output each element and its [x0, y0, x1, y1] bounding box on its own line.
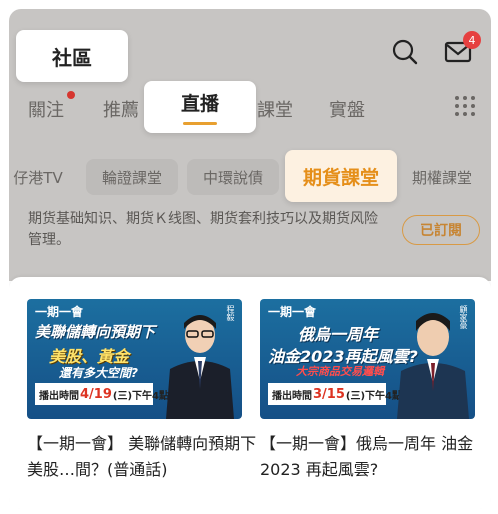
tab-follow[interactable]: 關注 [28, 96, 64, 122]
host-name: 程毅 [226, 305, 235, 321]
chip-futures-label: 期貨課堂 [302, 166, 379, 189]
chip-hk-tv[interactable]: 仔港TV [9, 159, 77, 195]
thumb-air-time-prefix: 播出時間 [272, 390, 312, 402]
community-screen: 社區 4 關注 推薦 課堂 實盤 直播 仔港TV 輪證課堂 中環說債 期權課堂 … [9, 9, 491, 509]
host-name: 顧家豪 [459, 305, 468, 329]
thumb-air-time-suffix: (三)下午4點 [112, 390, 169, 402]
thumb-air-time: 播出時間 4/19 (三)下午4點 [35, 383, 169, 405]
tab-practice[interactable]: 實盤 [329, 96, 365, 122]
mail-badge: 4 [463, 31, 481, 49]
chip-options-class[interactable]: 期權課堂 [396, 159, 488, 195]
grid-icon [455, 96, 475, 116]
tab-recommend[interactable]: 推薦 [103, 96, 139, 122]
thumb-headline: 俄烏一周年 [298, 325, 379, 344]
tab-class[interactable]: 課堂 [257, 96, 293, 122]
chip-central-bond[interactable]: 中環說債 [187, 159, 279, 195]
thumb-air-date: 3/15 [313, 386, 345, 402]
thumb-subheadline-2: 大宗商品交易邏輯 [296, 365, 384, 378]
page-title: 社區 [16, 30, 128, 82]
thumb-subheadline-2: 還有多大空間? [59, 366, 138, 380]
tab-live-underline [183, 122, 217, 125]
thumb-logo: 一期一會 [268, 305, 317, 319]
video-card[interactable]: 一期一會 美聯儲轉向預期下 美股、黃金 還有多大空間? 播出時間 4/19 (三… [27, 299, 256, 483]
video-title[interactable]: 【一期一會】 美聯儲轉向預期下 美股…間？(普通話) [27, 431, 257, 483]
channel-description: 期货基础知识、期货Ｋ线图、期货套利技巧以及期货风险管理。 [28, 211, 378, 248]
thumb-air-time-prefix: 播出時間 [39, 390, 79, 402]
thumb-air-time: 播出時間 3/15 (三)下午4點 [268, 383, 402, 405]
more-tabs-button[interactable] [454, 95, 476, 117]
thumb-headline: 美聯儲轉向預期下 [35, 323, 156, 341]
thumb-air-date: 4/19 [80, 386, 112, 402]
chip-futures-class[interactable]: 期貨課堂 [285, 150, 397, 202]
chip-warrant-class[interactable]: 輪證課堂 [86, 159, 178, 195]
page-title-label: 社區 [52, 45, 92, 70]
thumb-logo: 一期一會 [35, 305, 84, 319]
search-button[interactable] [389, 36, 421, 68]
video-title[interactable]: 【一期一會】俄烏一周年 油金 2023 再起風雲? [260, 431, 490, 483]
tab-live-label: 直播 [180, 93, 219, 115]
search-icon [392, 39, 418, 65]
video-card[interactable]: 一期一會 俄烏一周年 油金2023再起風雲? 大宗商品交易邏輯 播出時間 3/1… [260, 299, 475, 483]
subscribed-button[interactable]: 已訂閱 [402, 215, 480, 245]
video-thumbnail[interactable]: 一期一會 俄烏一周年 油金2023再起風雲? 大宗商品交易邏輯 播出時間 3/1… [260, 299, 475, 419]
tab-live[interactable]: 直播 [144, 81, 256, 133]
video-thumbnail[interactable]: 一期一會 美聯儲轉向預期下 美股、黃金 還有多大空間? 播出時間 4/19 (三… [27, 299, 242, 419]
host-portrait [166, 315, 234, 419]
thumb-air-time-suffix: (三)下午4點 [345, 390, 402, 402]
tab-follow-dot [67, 91, 75, 99]
